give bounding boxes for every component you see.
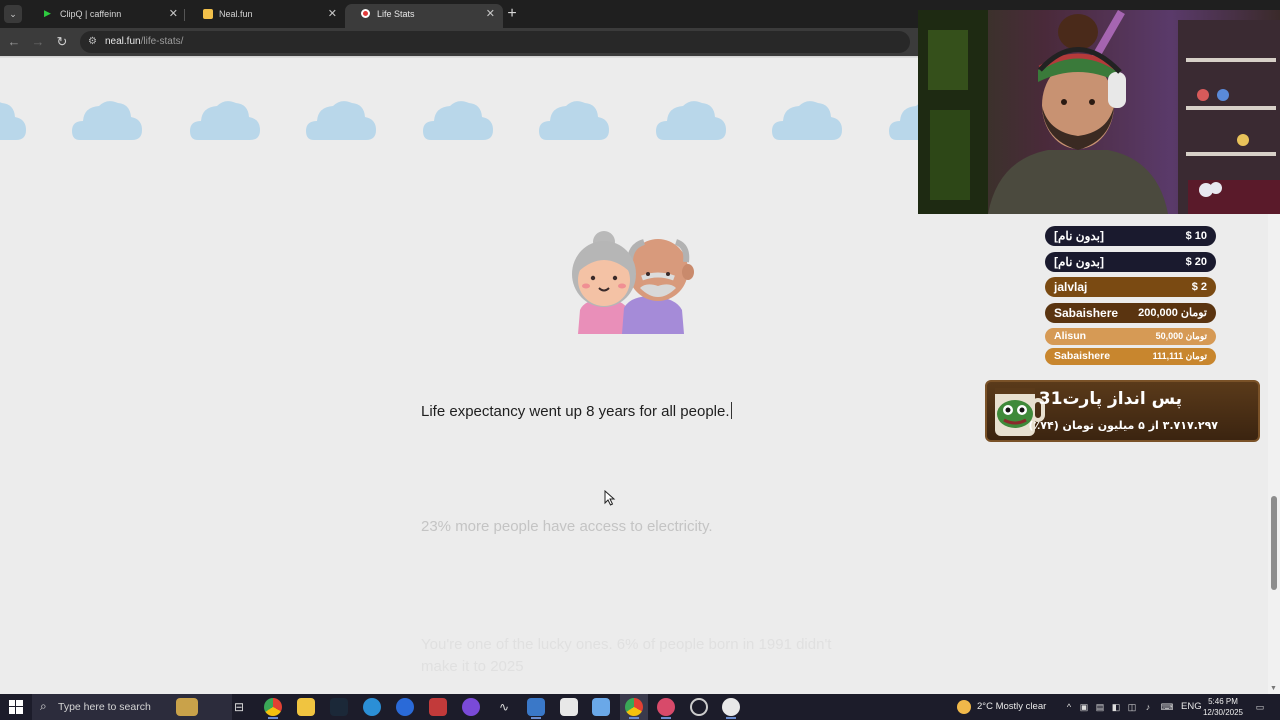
clock-date: 12/30/2025: [1202, 708, 1244, 717]
notifications-icon[interactable]: ▭: [1254, 702, 1266, 712]
task-view-icon[interactable]: ⊟: [230, 698, 248, 716]
scroll-down-icon[interactable]: ▼: [1270, 685, 1277, 692]
donation-amount: 50,000 تومان: [1155, 331, 1207, 341]
file-explorer-art-icon[interactable]: [176, 698, 198, 716]
donation-row: [بدون نام] $ 10: [1045, 226, 1216, 246]
donation-row: jalvlaj $ 2: [1045, 277, 1216, 297]
text-caret: [730, 402, 732, 419]
donation-row: Alisun 50,000 تومان: [1045, 328, 1216, 345]
stat-lucky-ones: You're one of the lucky ones. 6% of peop…: [421, 636, 832, 675]
goal-title: پس انداز پارت31: [1038, 389, 1182, 409]
address-bar[interactable]: ⚙ neal.fun/life-stats/: [80, 31, 910, 53]
donation-row: [بدون نام] $ 20: [1045, 251, 1216, 272]
media-player-icon[interactable]: [722, 698, 740, 719]
taskbar-search-box[interactable]: ⌕ Type here to search: [32, 694, 232, 720]
close-icon[interactable]: ✕: [169, 4, 178, 24]
elderly-couple-illustration: [566, 226, 702, 334]
app-icon[interactable]: [657, 698, 675, 719]
cloud-icon: [656, 98, 726, 142]
scrollbar-thumb[interactable]: [1271, 496, 1277, 590]
search-icon: ⌕: [40, 699, 47, 713]
donation-row: Sabaishere 111,111 تومان: [1045, 348, 1216, 365]
cloud-icon: [772, 98, 842, 142]
savings-goal-widget: پس انداز پارت31 ۳.۷۱۷.۲۹۷ از ۵ میلیون تو…: [985, 380, 1260, 442]
windows-start-button[interactable]: [9, 700, 23, 714]
close-icon[interactable]: ✕: [328, 4, 337, 24]
app-icon[interactable]: [429, 698, 447, 716]
language-indicator[interactable]: ENG: [1181, 694, 1202, 720]
goal-progress: ۳.۷۱۷.۲۹۷ از ۵ میلیون تومان (۷۴٪): [1028, 419, 1218, 432]
stat-life-expectancy: Life expectancy went up 8 years for all …: [421, 402, 732, 420]
donor-name: [بدون نام]: [1054, 254, 1105, 269]
tray-app-icon[interactable]: ▣: [1079, 702, 1089, 712]
donation-row: Sabaishere 200,000 تومان: [1045, 302, 1216, 323]
donor-name: Alisun: [1054, 330, 1087, 342]
weather-moon-icon: [957, 700, 971, 714]
audio-wave-icon[interactable]: ∿: [495, 698, 513, 716]
mouse-pointer-icon: [604, 489, 616, 506]
donation-amount: 200,000 تومان: [1138, 306, 1207, 319]
cloud-icon: [539, 98, 609, 142]
app-icon[interactable]: [527, 698, 545, 719]
app-icon[interactable]: [396, 698, 414, 716]
tab-title: Neal.fun: [219, 9, 253, 19]
search-placeholder: Type here to search: [58, 701, 151, 713]
donor-name: Sabaishere: [1054, 305, 1119, 320]
taskbar-clock[interactable]: 5:46 PM 12/30/2025: [1200, 696, 1246, 718]
edge-icon[interactable]: [363, 698, 381, 716]
keyboard-icon[interactable]: ⌨: [1160, 702, 1174, 712]
tray-app-icon[interactable]: ◫: [1127, 702, 1137, 712]
cloud-icon: [0, 98, 26, 142]
forward-button[interactable]: →: [29, 33, 47, 51]
donor-name: jalvlaj: [1054, 280, 1088, 294]
clock-time: 5:46 PM: [1208, 697, 1238, 706]
stat-electricity: 23% more people have access to electrici…: [421, 518, 713, 535]
cloud-icon: [423, 98, 493, 142]
tab-search-button[interactable]: ⌄: [4, 5, 22, 23]
donation-list: [بدون نام] $ 10 [بدون نام] $ 20 jalvlaj $ 2 Sa…: [1045, 226, 1216, 368]
donor-name: [بدون نام]: [1054, 229, 1105, 243]
tab-clipq[interactable]: ▶ ClipQ | caffeinn ✕: [28, 4, 186, 28]
play-icon: ▶: [44, 8, 51, 18]
donation-amount: $ 20: [1185, 255, 1207, 268]
reload-button[interactable]: ↻: [53, 33, 71, 51]
new-tab-button[interactable]: +: [504, 4, 520, 24]
chevron-up-icon[interactable]: ^: [1064, 702, 1074, 712]
app-icon[interactable]: [592, 698, 610, 716]
windows-taskbar: ⌕ Type here to search ⊟ ∿ 2°C Mostly cle…: [0, 694, 1280, 720]
donation-amount: 111,111 تومان: [1152, 351, 1207, 361]
cloud-icon: [306, 98, 376, 142]
tray-app-icon[interactable]: ▤: [1095, 702, 1105, 712]
chrome-active-icon[interactable]: [625, 698, 643, 719]
tab-nealfun[interactable]: Neal.fun ✕: [187, 4, 345, 28]
donor-name: Sabaishere: [1054, 350, 1111, 362]
folder-icon[interactable]: [297, 698, 315, 716]
tab-title: Life Stats: [377, 9, 415, 19]
chrome-icon[interactable]: [264, 698, 282, 719]
tab-life-stats[interactable]: Life Stats ✕: [345, 4, 503, 28]
nealfun-favicon-icon: [203, 9, 213, 19]
site-info-icon[interactable]: ⚙: [88, 35, 100, 49]
tab-divider: [184, 9, 185, 21]
webcam-overlay: [918, 10, 1280, 214]
life-stats-favicon-icon: [361, 9, 370, 18]
notepad-icon[interactable]: [560, 698, 578, 716]
tab-title: ClipQ | caffeinn: [60, 9, 122, 19]
cloud-icon: [72, 98, 142, 142]
app-icon[interactable]: [690, 698, 708, 716]
weather-text[interactable]: 2°C Mostly clear: [977, 694, 1046, 720]
url-text: neal.fun/life-stats/: [105, 36, 184, 47]
discord-icon[interactable]: [462, 698, 480, 716]
close-icon[interactable]: ✕: [486, 4, 495, 24]
back-button[interactable]: ←: [5, 33, 23, 51]
cloud-icon: [190, 98, 260, 142]
donation-amount: $ 10: [1185, 230, 1207, 242]
donation-amount: $ 2: [1191, 281, 1207, 293]
tray-app-icon[interactable]: ◧: [1111, 702, 1121, 712]
microphone-icon[interactable]: ♪: [1143, 702, 1153, 712]
steam-icon[interactable]: [330, 698, 348, 716]
